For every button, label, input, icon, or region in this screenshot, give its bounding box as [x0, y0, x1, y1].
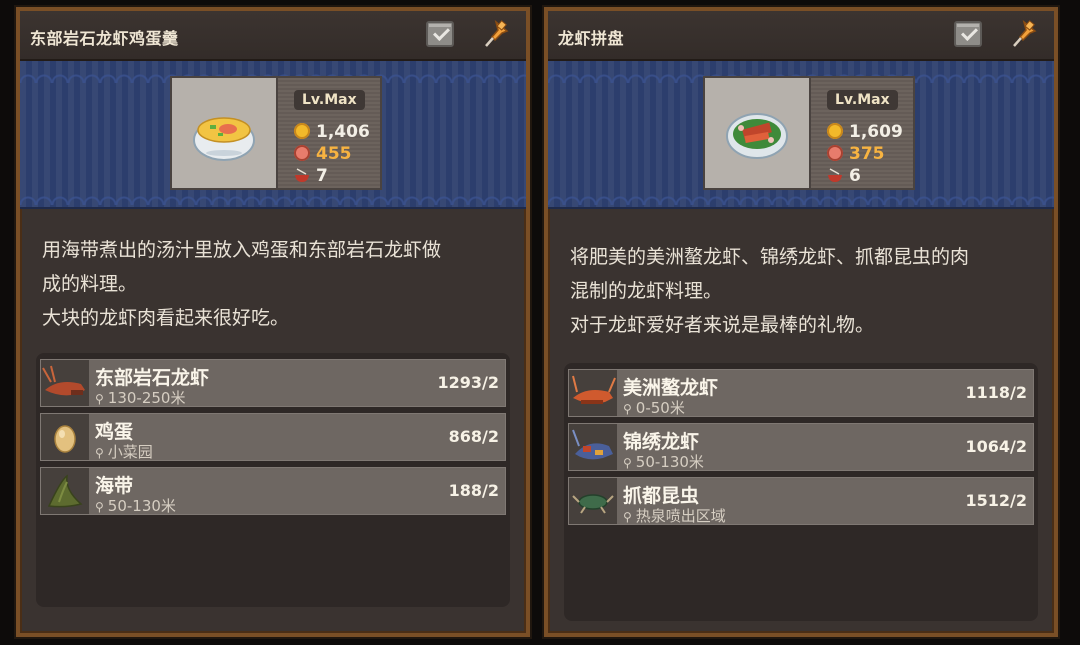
description-line: 用海带煮出的汤汁里放入鸡蛋和东部岩石龙虾做 — [42, 239, 442, 261]
level-badge: Lv.Max — [294, 90, 365, 110]
ingredient-name: 东部岩石龙虾 — [95, 367, 210, 389]
pin-icon[interactable] — [482, 19, 510, 49]
heart-value: 455 — [316, 144, 352, 164]
location-text: 热泉喷出区域 — [635, 507, 726, 525]
heart-icon — [827, 145, 843, 161]
recipe-panel-left: 东部岩石龙虾鸡蛋羹 Lv.Max 1,406 455 7 用海带煮出的汤汁里放入… — [16, 7, 530, 637]
painted-lobster-icon — [569, 424, 617, 470]
location-text: 50-130米 — [635, 453, 704, 471]
location-text: 0-50米 — [635, 399, 685, 417]
ingredient-count: 188/2 — [448, 481, 499, 500]
ingredient-count: 868/2 — [448, 427, 499, 446]
dish-card: Lv.Max 1,609 375 6 — [703, 76, 915, 190]
location-pin-icon: ⚲ — [623, 510, 632, 524]
ingredient-location: ⚲ 小菜园 — [95, 441, 153, 462]
coin-icon — [827, 123, 843, 139]
location-text: 50-130米 — [107, 497, 176, 515]
location-pin-icon: ⚲ — [623, 456, 632, 470]
ingredient-count: 1064/2 — [965, 437, 1027, 456]
ingredient-name: 锦绣龙虾 — [623, 431, 700, 453]
heart-value-row: 455 — [294, 144, 352, 164]
heart-value-row: 375 — [827, 144, 885, 164]
egg-icon — [41, 414, 89, 460]
location-text: 小菜园 — [107, 443, 153, 461]
lobster-icon — [569, 370, 617, 416]
ingredient-row[interactable]: 美洲螯龙虾 ⚲ 0-50米 1118/2 — [568, 369, 1034, 417]
ingredient-row[interactable]: 海带 ⚲ 50-130米 188/2 — [40, 467, 506, 515]
recipe-panel-right: 龙虾拼盘 Lv.Max 1,609 375 6 将肥美的美洲螯龙虾、锦绣龙虾、抓… — [544, 7, 1058, 637]
location-pin-icon: ⚲ — [623, 402, 632, 416]
dish-banner: Lv.Max 1,406 455 7 — [20, 61, 526, 209]
panel-titlebar: 龙虾拼盘 — [548, 11, 1054, 61]
level-badge: Lv.Max — [827, 90, 898, 110]
description-line: 将肥美的美洲螯龙虾、锦绣龙虾、抓都昆虫的肉 — [570, 246, 970, 268]
recipe-title: 东部岩石龙虾鸡蛋羹 — [30, 29, 179, 48]
pin-icon[interactable] — [1010, 19, 1038, 49]
description-line: 混制的龙虾料理。 — [570, 280, 723, 302]
ingredient-name: 海带 — [95, 475, 134, 497]
panel-titlebar: 东部岩石龙虾鸡蛋羹 — [20, 11, 526, 61]
egg-custard-bowl-icon — [193, 117, 255, 161]
lobster-icon — [41, 360, 89, 406]
ingredient-count: 1512/2 — [965, 491, 1027, 510]
ingredient-name: 美洲螯龙虾 — [623, 377, 719, 399]
heart-icon — [294, 145, 310, 161]
ingredient-name: 抓都昆虫 — [623, 485, 700, 507]
bowl-count: 7 — [316, 166, 328, 186]
checkbox-button[interactable] — [426, 21, 454, 47]
recipe-description: 将肥美的美洲螯龙虾、锦绣龙虾、抓都昆虫的肉 混制的龙虾料理。 对于龙虾爱好者来说… — [570, 240, 1050, 342]
ingredient-count: 1118/2 — [965, 383, 1027, 402]
ingredient-location: ⚲ 50-130米 — [95, 495, 176, 516]
description-line: 大块的龙虾肉看起来很好吃。 — [42, 307, 290, 329]
coin-value-row: 1,406 — [294, 122, 370, 142]
bowl-count-row: 6 — [827, 166, 861, 186]
recipe-description: 用海带煮出的汤汁里放入鸡蛋和东部岩石龙虾做 成的料理。 大块的龙虾肉看起来很好吃… — [42, 233, 512, 335]
dish-stats: Lv.Max 1,406 455 7 — [278, 78, 380, 188]
ingredient-row[interactable]: 锦绣龙虾 ⚲ 50-130米 1064/2 — [568, 423, 1034, 471]
bowl-count-row: 7 — [294, 166, 328, 186]
coin-value: 1,609 — [849, 122, 903, 142]
lobster-platter-icon — [726, 113, 788, 159]
recipe-title: 龙虾拼盘 — [558, 29, 625, 48]
ingredient-count: 1293/2 — [437, 373, 499, 392]
coin-value-row: 1,609 — [827, 122, 903, 142]
bug-icon — [569, 478, 617, 524]
ingredient-list: 美洲螯龙虾 ⚲ 0-50米 1118/2 锦绣龙虾 ⚲ 50-130米 1064/2 — [564, 363, 1038, 621]
ingredient-location: ⚲ 50-130米 — [623, 451, 704, 472]
dish-card: Lv.Max 1,406 455 7 — [170, 76, 382, 190]
ingredient-location: ⚲ 热泉喷出区域 — [623, 505, 726, 526]
dish-banner: Lv.Max 1,609 375 6 — [548, 61, 1054, 209]
description-line: 成的料理。 — [42, 273, 138, 295]
location-pin-icon: ⚲ — [95, 446, 104, 460]
location-pin-icon: ⚲ — [95, 392, 104, 406]
ingredient-row[interactable]: 鸡蛋 ⚲ 小菜园 868/2 — [40, 413, 506, 461]
coin-icon — [294, 123, 310, 139]
dish-image — [172, 78, 278, 188]
ingredient-row[interactable]: 抓都昆虫 ⚲ 热泉喷出区域 1512/2 — [568, 477, 1034, 525]
kelp-icon — [41, 468, 89, 514]
bowl-icon — [828, 168, 842, 182]
bowl-icon — [295, 168, 309, 182]
ingredient-row[interactable]: 东部岩石龙虾 ⚲ 130-250米 1293/2 — [40, 359, 506, 407]
description-line: 对于龙虾爱好者来说是最棒的礼物。 — [570, 314, 875, 336]
ingredient-list: 东部岩石龙虾 ⚲130-250米 1293/2 鸡蛋 ⚲小菜园 868/2 — [36, 353, 510, 607]
ingredient-location: ⚲ 0-50米 — [623, 397, 685, 418]
location-text: 130-250米 — [107, 389, 186, 407]
ingredient-name: 鸡蛋 — [95, 421, 134, 443]
bowl-count: 6 — [849, 166, 861, 186]
dish-stats: Lv.Max 1,609 375 6 — [811, 78, 913, 188]
ingredient-location: ⚲ 130-250米 — [95, 387, 185, 408]
coin-value: 1,406 — [316, 122, 370, 142]
location-pin-icon: ⚲ — [95, 500, 104, 514]
dish-image — [705, 78, 811, 188]
heart-value: 375 — [849, 144, 885, 164]
checkbox-button[interactable] — [954, 21, 982, 47]
